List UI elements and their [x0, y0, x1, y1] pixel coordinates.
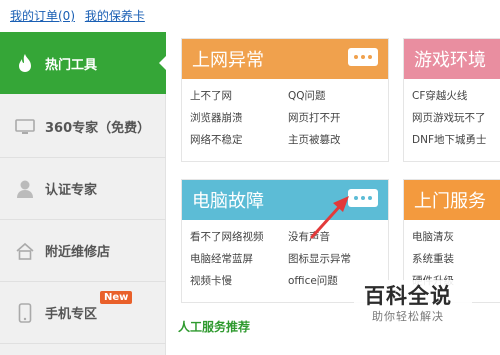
link-item[interactable]: 上不了网	[190, 88, 288, 103]
more-dot-icon	[361, 55, 365, 59]
sidebar-item-mobile[interactable]: 手机专区 New	[0, 282, 166, 344]
link-item[interactable]: 图标显示异常	[288, 251, 386, 266]
link-item[interactable]: 主页被篡改	[288, 132, 386, 147]
link-item[interactable]: 网页游戏玩不了	[412, 110, 500, 125]
more-dot-icon	[361, 196, 365, 200]
card-game-environment: 游戏环境 CF穿越火线 网页游戏玩不了 DNF地下城勇士	[403, 38, 500, 162]
sidebar-item-label: 认证专家	[45, 183, 98, 198]
more-dot-icon	[354, 55, 358, 59]
link-item[interactable]: 没有声音	[288, 229, 386, 244]
my-warranty-link[interactable]: 我的保养卡	[85, 9, 145, 23]
card-title: 上网异常	[192, 50, 264, 71]
more-dot-icon	[354, 196, 358, 200]
sidebar-item-label: 附近维修店	[45, 245, 111, 260]
link-grid: CF穿越火线 网页游戏玩不了 DNF地下城勇士	[404, 79, 500, 147]
phone-icon	[14, 302, 36, 324]
link-item[interactable]: 网络不稳定	[190, 132, 288, 147]
link-grid: 上不了网 QQ问题 浏览器崩溃 网页打不开 网络不稳定 主页被篡改	[182, 79, 388, 147]
link-item[interactable]: QQ问题	[288, 88, 386, 103]
more-button[interactable]	[348, 189, 378, 207]
my-orders-link[interactable]: 我的订单(0)	[10, 9, 75, 23]
sidebar: 热门工具 360专家（免费） 认证专家 附近维修店 手机专区 New	[0, 32, 167, 355]
sidebar-item-nearby-repair[interactable]: 附近维修店	[0, 220, 166, 282]
link-item[interactable]: 看不了网络视频	[190, 229, 288, 244]
watermark: 百科全说 助你轻松解决	[354, 280, 472, 330]
sidebar-item-certified-expert[interactable]: 认证专家	[0, 158, 166, 220]
link-item[interactable]: 电脑经常蓝屏	[190, 251, 288, 266]
link-item[interactable]: 系统重装	[412, 251, 500, 266]
card-internet-issues: 上网异常 上不了网 QQ问题 浏览器崩溃 网页打不开 网络不稳定 主页被篡改	[181, 38, 389, 162]
sidebar-item-360-expert[interactable]: 360专家（免费）	[0, 96, 166, 158]
link-item[interactable]: 电脑清灰	[412, 229, 500, 244]
home-icon	[14, 240, 36, 262]
sidebar-item-label: 360专家（免费）	[45, 121, 151, 136]
link-grid: 看不了网络视频 没有声音 电脑经常蓝屏 图标显示异常 视频卡慢 office问题	[182, 220, 388, 288]
link-item[interactable]: DNF地下城勇士	[412, 132, 500, 147]
flame-icon	[14, 52, 36, 74]
more-dot-icon	[368, 196, 372, 200]
sidebar-item-label: 热门工具	[45, 57, 98, 73]
more-dot-icon	[368, 55, 372, 59]
card-header: 电脑故障	[182, 180, 388, 220]
watermark-title: 百科全说	[364, 284, 452, 308]
new-badge: New	[100, 291, 133, 304]
more-button[interactable]	[348, 48, 378, 66]
person-icon	[14, 178, 36, 200]
link-grid: 电脑清灰 系统重装 硬件升级	[404, 220, 500, 288]
card-header: 上网异常	[182, 39, 388, 79]
watermark-subtitle: 助你轻松解决	[372, 310, 444, 323]
link-item[interactable]: 网页打不开	[288, 110, 386, 125]
card-header: 游戏环境	[404, 39, 500, 79]
sidebar-item-label: 手机专区	[45, 307, 98, 322]
link-item[interactable]: 浏览器崩溃	[190, 110, 288, 125]
monitor-icon	[14, 116, 36, 138]
link-item[interactable]: 视频卡慢	[190, 273, 288, 288]
section-title: 人工服务推荐	[178, 320, 251, 334]
card-title: 上门服务	[414, 191, 486, 212]
card-title: 游戏环境	[414, 50, 486, 71]
link-item[interactable]: CF穿越火线	[412, 88, 500, 103]
card-header: 上门服务	[404, 180, 500, 220]
top-links: 我的订单(0) 我的保养卡	[0, 0, 168, 32]
sidebar-item-hot-tools[interactable]: 热门工具	[0, 32, 167, 94]
card-title: 电脑故障	[192, 191, 264, 212]
